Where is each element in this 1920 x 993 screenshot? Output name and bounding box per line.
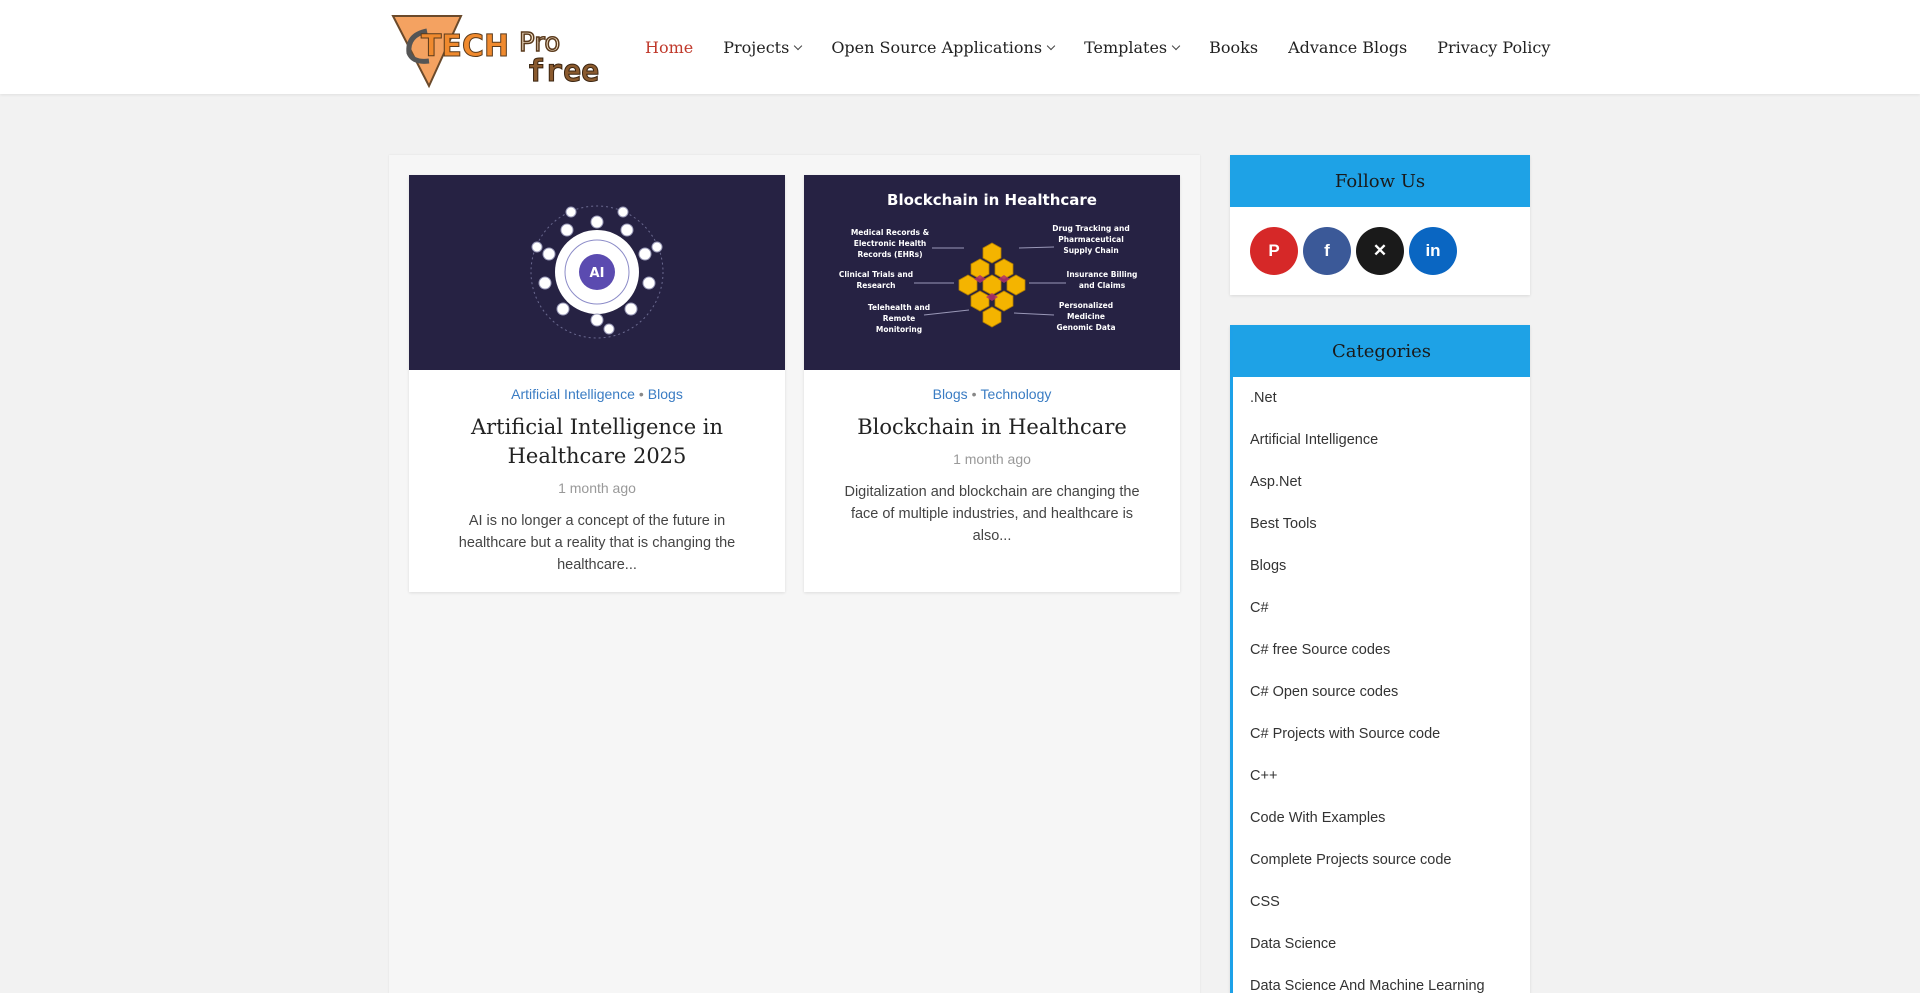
post-excerpt: Digitalization and blockchain are changi… bbox=[844, 484, 1140, 544]
category-item[interactable]: Asp.Net bbox=[1250, 461, 1530, 503]
category-link[interactable]: Technology bbox=[981, 386, 1052, 402]
category-item[interactable]: Data Science And Machine Learning bbox=[1250, 965, 1530, 993]
post-categories: Artificial Intelligence • Blogs bbox=[447, 386, 747, 404]
image-heading: Blockchain in Healthcare bbox=[887, 191, 1097, 209]
category-item[interactable]: CSS bbox=[1250, 881, 1530, 923]
widget-title: Follow Us bbox=[1230, 155, 1530, 207]
chevron-down-icon bbox=[1046, 41, 1056, 50]
post-card: AI Artificial Intelligence • Blogs Artific… bbox=[409, 175, 785, 592]
post-title[interactable]: Blockchain in Healthcare bbox=[842, 413, 1142, 442]
post-thumbnail[interactable]: Blockchain in Healthcare Medical Records… bbox=[804, 175, 1180, 370]
post-excerpt: AI is no longer a concept of the future … bbox=[458, 513, 736, 573]
post-card: Blockchain in Healthcare Medical Records… bbox=[804, 175, 1180, 592]
nav-label: Privacy Policy bbox=[1437, 37, 1551, 57]
post-card-body: Artificial Intelligence • Blogs Artificial… bbox=[409, 370, 785, 576]
chevron-down-icon bbox=[794, 41, 803, 50]
category-item[interactable]: C# Projects with Source code bbox=[1250, 713, 1530, 755]
image-label: Remote bbox=[883, 314, 916, 323]
nav-home[interactable]: Home bbox=[645, 38, 693, 57]
site-header: TECH Pro free Home Projects Open Source … bbox=[0, 0, 1920, 94]
blockchain-healthcare-image: Blockchain in Healthcare Medical Records… bbox=[839, 191, 1138, 334]
svg-text:free: free bbox=[527, 54, 599, 89]
ai-healthcare-image: AI bbox=[530, 205, 664, 339]
image-label: Pharmaceutical bbox=[1058, 235, 1124, 244]
social-links: P f ✕ in bbox=[1230, 207, 1530, 275]
nav-label: Projects bbox=[723, 37, 790, 57]
category-link[interactable]: Artificial Intelligence bbox=[511, 386, 635, 402]
category-item[interactable]: Artificial Intelligence bbox=[1250, 419, 1530, 461]
nav-label: Advance Blogs bbox=[1288, 37, 1408, 57]
category-link[interactable]: Blogs bbox=[933, 386, 968, 402]
x-icon[interactable]: ✕ bbox=[1356, 227, 1404, 275]
category-item[interactable]: .Net bbox=[1250, 377, 1530, 419]
image-label: and Claims bbox=[1079, 281, 1126, 290]
category-item[interactable]: C++ bbox=[1250, 755, 1530, 797]
post-date: 1 month ago bbox=[558, 480, 636, 496]
widget-title: Categories bbox=[1233, 325, 1530, 377]
post-grid: AI Artificial Intelligence • Blogs Artific… bbox=[389, 155, 1200, 993]
category-item[interactable]: Data Science bbox=[1250, 923, 1530, 965]
image-label: Insurance Billing bbox=[1067, 270, 1138, 279]
nav-advance-blogs[interactable]: Advance Blogs bbox=[1288, 38, 1407, 57]
category-item[interactable]: Code With Examples bbox=[1250, 797, 1530, 839]
category-item[interactable]: C# Open source codes bbox=[1250, 671, 1530, 713]
image-label: Genomic Data bbox=[1056, 323, 1115, 332]
main-nav: Home Projects Open Source Applications T… bbox=[645, 36, 1550, 58]
category-item[interactable]: Blogs bbox=[1250, 545, 1530, 587]
linkedin-icon[interactable]: in bbox=[1409, 227, 1457, 275]
category-link[interactable]: Blogs bbox=[648, 386, 683, 402]
category-item[interactable]: Complete Projects source code bbox=[1250, 839, 1530, 881]
nav-label: Home bbox=[645, 37, 694, 57]
image-label: Electronic Health bbox=[854, 239, 927, 248]
separator-dot: • bbox=[638, 386, 644, 402]
image-label: Supply Chain bbox=[1063, 246, 1118, 255]
image-label: Clinical Trials and bbox=[839, 270, 913, 279]
nav-books[interactable]: Books bbox=[1209, 38, 1258, 57]
post-date: 1 month ago bbox=[953, 451, 1031, 467]
nav-projects[interactable]: Projects bbox=[723, 37, 803, 57]
pinterest-icon[interactable]: P bbox=[1250, 227, 1298, 275]
chevron-down-icon bbox=[1171, 41, 1181, 50]
image-label: Medicine bbox=[1067, 312, 1105, 321]
image-label: Telehealth and bbox=[868, 303, 930, 312]
categories-widget: Categories .Net Artificial Intelligence … bbox=[1230, 325, 1530, 993]
facebook-icon[interactable]: f bbox=[1303, 227, 1351, 275]
nav-label: Books bbox=[1209, 37, 1259, 57]
category-item[interactable]: C# bbox=[1250, 587, 1530, 629]
follow-us-widget: Follow Us P f ✕ in bbox=[1230, 155, 1530, 295]
nav-open-source-applications[interactable]: Open Source Applications bbox=[831, 37, 1056, 57]
separator-dot: • bbox=[971, 386, 977, 402]
svg-text:TECH: TECH bbox=[421, 29, 509, 64]
site-logo[interactable]: TECH Pro free bbox=[389, 13, 613, 89]
category-item[interactable]: C# free Source codes bbox=[1250, 629, 1530, 671]
image-label: Personalized bbox=[1059, 301, 1113, 310]
category-item[interactable]: Best Tools bbox=[1250, 503, 1530, 545]
nav-privacy-policy[interactable]: Privacy Policy bbox=[1437, 38, 1550, 57]
nav-templates[interactable]: Templates bbox=[1084, 37, 1181, 57]
image-label: Monitoring bbox=[876, 325, 922, 334]
post-categories: Blogs • Technology bbox=[842, 386, 1142, 404]
post-thumbnail[interactable]: AI bbox=[409, 175, 785, 370]
image-label: Research bbox=[857, 281, 896, 290]
nav-label: Open Source Applications bbox=[831, 37, 1043, 57]
nav-label: Templates bbox=[1084, 37, 1168, 57]
image-label: Medical Records & bbox=[851, 228, 930, 237]
category-list: .Net Artificial Intelligence Asp.Net Bes… bbox=[1233, 377, 1530, 993]
ai-text: AI bbox=[590, 266, 605, 281]
post-card-body: Blogs • Technology Blockchain in Healthcar… bbox=[804, 370, 1180, 547]
image-label: Records (EHRs) bbox=[857, 250, 922, 259]
post-title[interactable]: Artificial Intelligence in Healthcare 20… bbox=[447, 413, 747, 471]
image-label: Drug Tracking and bbox=[1052, 224, 1129, 233]
